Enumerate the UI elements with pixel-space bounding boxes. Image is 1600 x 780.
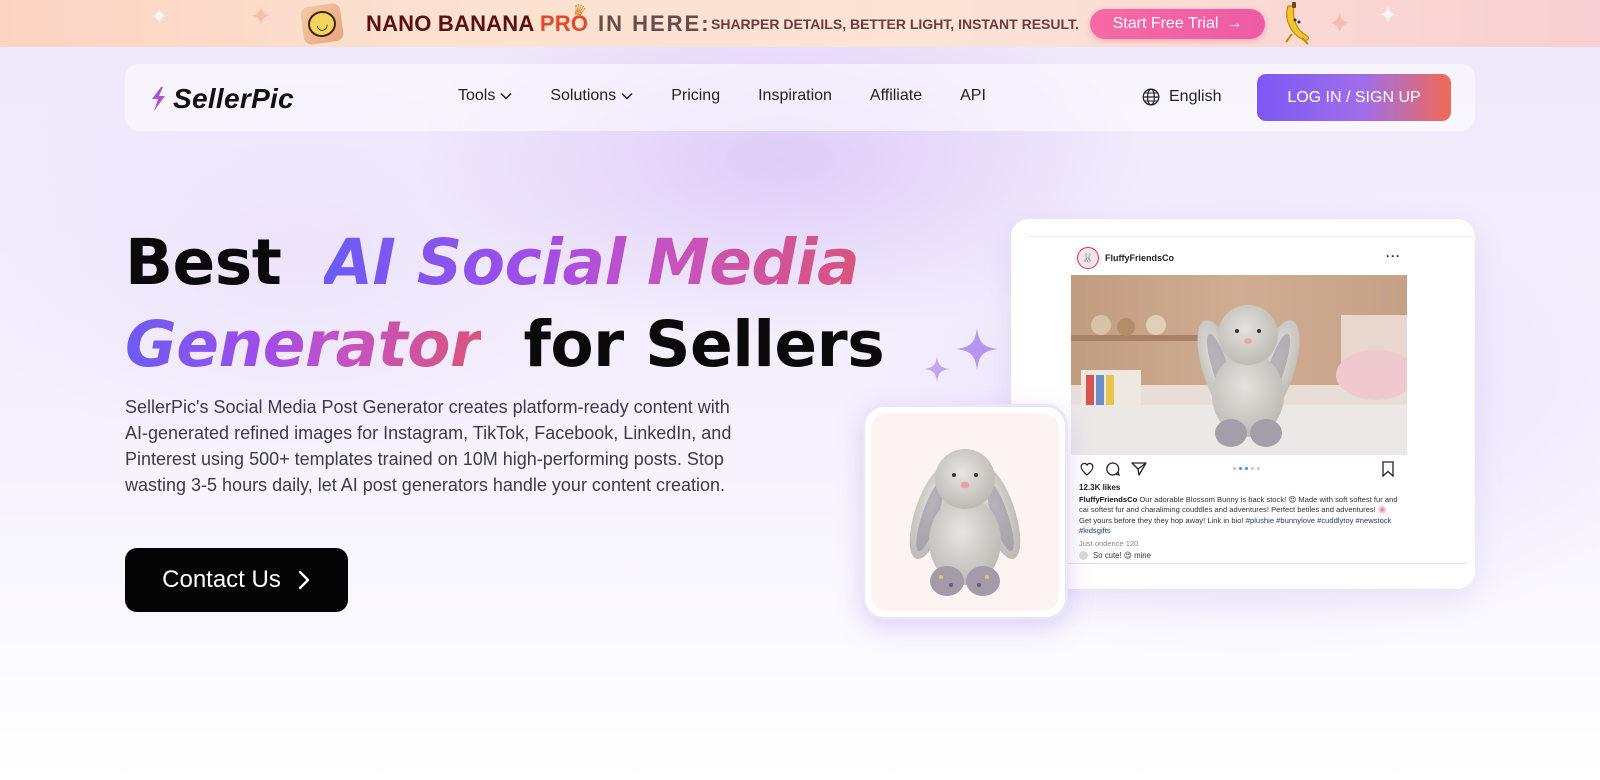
main-navbar: SellerPic Tools Solutions Pricing Inspir… — [125, 64, 1475, 131]
share-icon[interactable] — [1131, 461, 1147, 477]
sparkle-icon: ✦ — [1378, 2, 1399, 29]
post-image — [1071, 275, 1407, 455]
nav-affiliate[interactable]: Affiliate — [870, 87, 922, 105]
product-image-card — [862, 404, 1068, 620]
brand-logo[interactable]: SellerPic — [149, 83, 294, 115]
bookmark-icon[interactable] — [1381, 461, 1395, 477]
bunny-product-image — [909, 449, 1021, 596]
post-comment: So cute! 😍 mine — [1079, 551, 1151, 560]
sparkle-icon — [956, 328, 998, 370]
chevron-down-icon — [500, 92, 512, 100]
arrow-right-icon: → — [1226, 15, 1243, 32]
sparkle-icon: ✦ — [250, 1, 272, 31]
nav-inspiration[interactable]: Inspiration — [758, 87, 832, 105]
post-username: FluffyFriendsCo — [1105, 253, 1174, 263]
carousel-dots — [1233, 467, 1260, 470]
promo-banner[interactable]: ✦ ✦ ◡ NANO BANANA PRO ♛ IN HERE: SHARPER… — [0, 0, 1600, 48]
post-likes: 12.3K likes — [1079, 483, 1121, 492]
heart-icon[interactable] — [1079, 461, 1095, 477]
hero-description: SellerPic's Social Media Post Generator … — [125, 397, 732, 495]
nav-api[interactable]: API — [960, 87, 986, 105]
nav-pricing[interactable]: Pricing — [671, 87, 720, 105]
start-free-trial-button[interactable]: Start Free Trial → — [1090, 9, 1265, 39]
chevron-right-icon — [298, 570, 310, 590]
post-caption: FluffyFriendsCo Our adorable Blossom Bun… — [1079, 495, 1398, 535]
nav-solutions[interactable]: Solutions — [550, 87, 633, 105]
sparkle-icon: ✦ — [150, 4, 169, 29]
banana-mascot-icon — [1285, 2, 1310, 45]
login-signup-button[interactable]: LOG IN / SIGN UP — [1257, 74, 1451, 121]
sparkle-icon — [924, 356, 950, 382]
promo-tagline: SHARPER DETAILS, BETTER LIGHT, INSTANT R… — [711, 16, 1079, 32]
chevron-down-icon — [621, 92, 633, 100]
language-selector[interactable]: English — [1142, 88, 1221, 106]
more-options-icon: ··· — [1386, 249, 1401, 263]
hero-title: Best AI Social Media Generator for Selle… — [125, 226, 885, 381]
promo-title: NANO BANANA PRO ♛ — [366, 1, 589, 36]
bunny-scene-illustration — [1071, 275, 1407, 455]
contact-us-button[interactable]: Contact Us — [125, 548, 348, 612]
sellerpic-logo-icon — [152, 87, 165, 111]
post-meta: Just ondence 120 — [1079, 539, 1139, 548]
brand-name: SellerPic — [173, 83, 295, 114]
sparkle-icon: ✦ — [1328, 8, 1352, 39]
social-post-mockup: 🐰 FluffyFriendsCo ··· 12.3K likes Fluffy… — [1011, 219, 1475, 589]
avatar: 🐰 — [1077, 247, 1099, 269]
nav-links: Tools Solutions Pricing Inspiration Affi… — [458, 87, 1024, 105]
post-actions — [1079, 461, 1399, 481]
globe-icon — [1142, 88, 1160, 106]
comment-icon[interactable] — [1105, 461, 1121, 477]
nano-banana-logo-icon: ◡ — [297, 0, 347, 48]
avatar — [1079, 551, 1088, 560]
promo-in-here: IN HERE: — [598, 11, 711, 36]
nav-tools[interactable]: Tools — [458, 87, 512, 105]
post-header: 🐰 FluffyFriendsCo — [1077, 247, 1174, 269]
